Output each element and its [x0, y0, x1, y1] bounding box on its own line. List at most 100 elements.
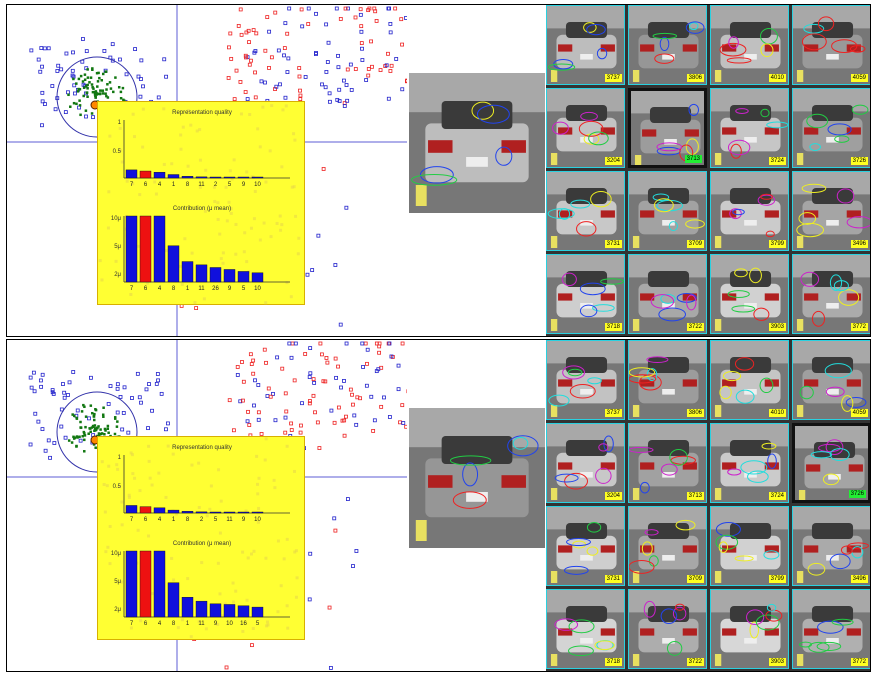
result-thumbnail[interactable]: 3496 [792, 506, 870, 586]
background-marker [150, 483, 154, 487]
result-thumbnail[interactable]: 3903 [710, 254, 789, 334]
result-thumbnail[interactable]: 3722 [628, 589, 707, 669]
sample-marker [324, 70, 329, 74]
sample-marker [120, 427, 125, 432]
result-thumbnail[interactable]: 3204 [546, 88, 625, 168]
sample-marker [388, 22, 393, 26]
tail-light [682, 210, 697, 218]
result-thumbnail[interactable]: 3731 [546, 506, 625, 586]
contribution-bar [251, 606, 264, 618]
sample-marker [239, 32, 244, 37]
sample-marker [81, 37, 85, 41]
quality-bar [153, 507, 166, 514]
result-thumbnail[interactable]: 3731 [546, 171, 625, 251]
result-thumbnail[interactable]: 4010 [710, 5, 789, 85]
result-thumbnail[interactable]: 3724 [710, 423, 789, 503]
sample-marker [105, 88, 108, 91]
contribution-x-label: 26 [212, 286, 219, 292]
result-thumbnail[interactable]: 3799 [710, 506, 789, 586]
quality-bar [223, 176, 236, 179]
result-thumbnail[interactable]: 3718 [546, 254, 625, 334]
sample-marker [79, 420, 82, 424]
sample-marker [147, 382, 151, 386]
car-body [638, 200, 699, 235]
contribution-x-label: 6 [144, 621, 148, 627]
sample-marker [98, 76, 101, 80]
car-rear-window [729, 105, 772, 121]
result-thumbnail[interactable]: 3709 [628, 171, 707, 251]
background-marker [162, 107, 166, 111]
sample-marker [326, 40, 331, 45]
result-thumbnail[interactable]: 3903 [710, 589, 789, 669]
sample-marker [393, 6, 398, 11]
result-thumbnail[interactable]: 3713 [628, 423, 707, 503]
sample-marker [82, 94, 85, 98]
contribution-x-label: 5 [242, 286, 246, 292]
result-thumbnail[interactable]: 3772 [792, 589, 870, 669]
background-marker [120, 523, 124, 527]
background-marker [228, 169, 232, 173]
sample-marker [359, 29, 364, 34]
sample-marker [164, 74, 169, 79]
sample-marker [88, 427, 91, 430]
contribution-x-label: 8 [172, 286, 176, 292]
sample-marker [238, 7, 243, 12]
result-thumbnail[interactable]: 3713 [628, 88, 707, 168]
contribution-y-tick: 10μ [111, 551, 122, 557]
result-thumbnail[interactable]: 3737 [546, 340, 625, 420]
sample-marker [50, 84, 55, 88]
license-plate [580, 137, 593, 143]
lane-marking [550, 236, 558, 248]
car-rear-window [441, 436, 513, 464]
background-marker [245, 598, 249, 602]
sample-marker [100, 432, 104, 435]
tail-light [640, 628, 655, 636]
result-thumbnail[interactable]: 3724 [710, 88, 789, 168]
result-id-tag: 3722 [686, 323, 704, 331]
result-thumbnail[interactable]: 3806 [628, 340, 707, 420]
sample-marker [76, 90, 80, 93]
result-thumbnail[interactable]: 3772 [792, 254, 870, 334]
result-thumbnail[interactable]: 3799 [710, 171, 789, 251]
quality-bar [237, 176, 250, 179]
result-thumbnail[interactable]: 3204 [546, 423, 625, 503]
quality-chart-box: Representation quality 1 0.5 7 6 4 1 8 2 5 11 9 10 Co… [97, 436, 305, 640]
result-thumbnail[interactable]: 4059 [792, 340, 870, 420]
result-thumbnail[interactable]: 4059 [792, 5, 870, 85]
query-car-image[interactable] [409, 408, 545, 548]
sample-marker [105, 94, 108, 98]
sample-marker [102, 415, 105, 418]
quality-x-label: 1 [172, 517, 176, 523]
result-thumbnail[interactable]: 3709 [628, 506, 707, 586]
sample-marker [61, 382, 65, 386]
sample-marker [240, 360, 244, 364]
background-marker [190, 463, 194, 467]
license-plate [662, 389, 675, 395]
result-thumbnail[interactable]: 3726 [792, 88, 870, 168]
sample-marker [235, 373, 240, 377]
sample-marker [401, 421, 406, 425]
result-thumbnail[interactable]: 3718 [546, 589, 625, 669]
background-marker [250, 552, 254, 556]
sample-marker [332, 420, 337, 425]
sample-marker [82, 430, 86, 434]
result-thumbnail[interactable]: 4010 [710, 340, 789, 420]
result-thumbnail[interactable]: 3496 [792, 171, 870, 251]
sample-marker [164, 427, 168, 432]
sample-marker [282, 46, 287, 50]
query-car-image[interactable] [409, 73, 545, 213]
quality-x-label: 11 [198, 182, 205, 188]
sample-marker [117, 57, 122, 62]
retrieval-grid: 3737 3806 4010 4059 3204 3713 3724 3726 3731 3709… [546, 340, 870, 671]
result-id-tag: 3731 [604, 240, 622, 248]
result-thumbnail[interactable]: 3737 [546, 5, 625, 85]
result-thumbnail[interactable]: 3722 [628, 254, 707, 334]
lane-marking [550, 488, 558, 500]
license-plate [580, 638, 593, 644]
background-marker [286, 626, 290, 630]
sample-marker [81, 80, 85, 83]
result-thumbnail[interactable]: 3726 [792, 423, 870, 503]
background-marker [295, 576, 299, 580]
result-thumbnail[interactable]: 3806 [628, 5, 707, 85]
sample-marker [42, 46, 47, 51]
